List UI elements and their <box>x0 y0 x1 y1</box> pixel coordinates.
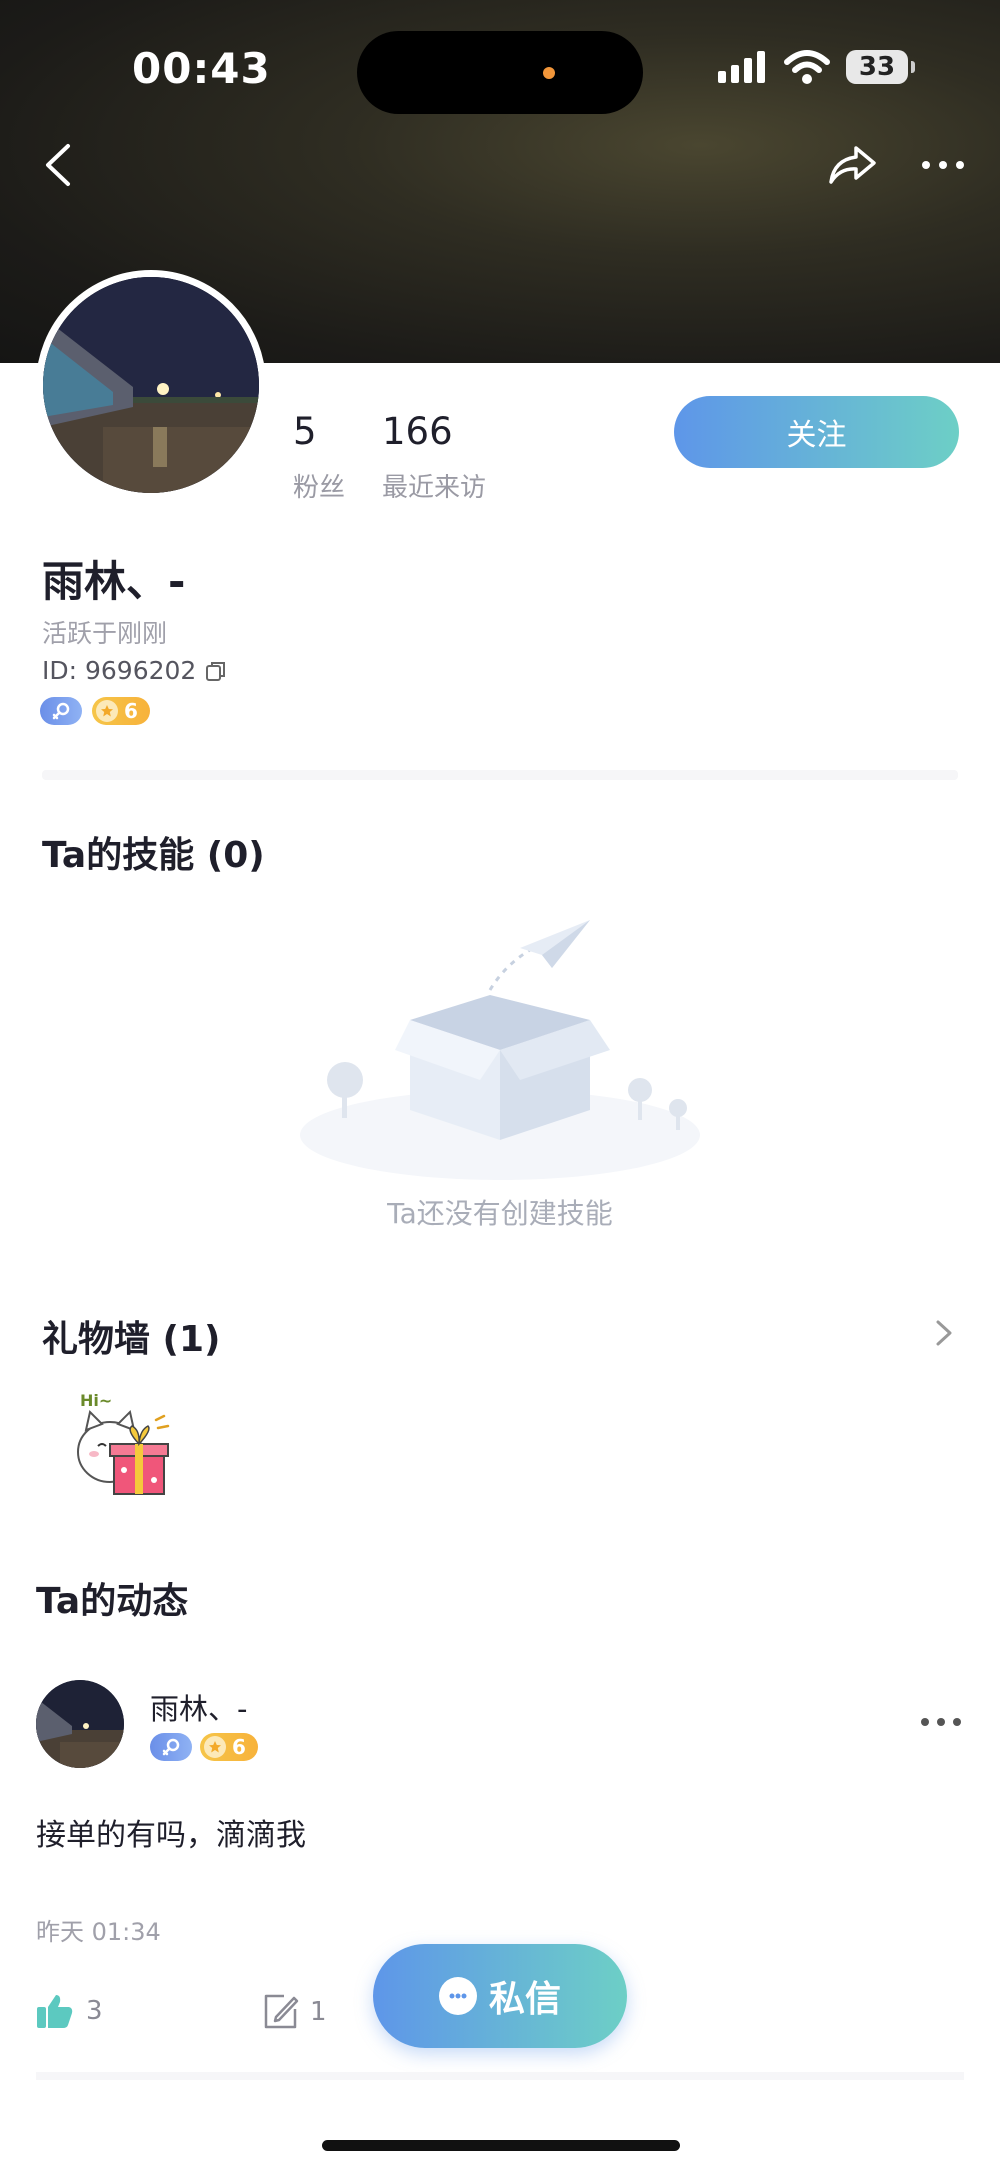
section-divider <box>42 770 958 780</box>
post-time: 昨天 01:34 <box>36 1918 161 1946</box>
post-author-avatar[interactable] <box>36 1680 124 1768</box>
chevron-right-icon[interactable] <box>932 1316 956 1350</box>
post-author-name[interactable]: 雨林、- <box>150 1686 247 1728</box>
battery-indicator: 33 <box>846 50 915 84</box>
level-value: 6 <box>232 1735 246 1759</box>
profile-badges: 6 <box>40 697 150 725</box>
star-icon <box>204 1736 226 1758</box>
status-icons: 33 <box>718 50 915 84</box>
signal-icon <box>718 51 765 83</box>
active-status: 活跃于刚刚 <box>42 619 168 648</box>
female-badge <box>150 1733 192 1761</box>
empty-box-illustration <box>300 920 700 1180</box>
feed-divider <box>36 2072 964 2080</box>
profile-name: 雨林、- <box>42 557 186 606</box>
post-author-badges: 6 <box>150 1733 258 1761</box>
private-message-label: 私信 <box>488 1978 561 2019</box>
gift-caption: Hi~ <box>80 1391 112 1410</box>
comment-count: 1 <box>310 1997 327 2027</box>
level-value: 6 <box>124 699 138 723</box>
skills-title: Ta的技能 (0) <box>42 835 265 876</box>
profile-avatar[interactable] <box>36 270 266 500</box>
avatar-photo <box>36 1680 124 1768</box>
visitors-label: 最近来访 <box>382 473 487 503</box>
user-id: ID: 9696202 <box>42 656 228 685</box>
star-icon <box>96 700 118 722</box>
edit-comment-icon <box>264 1994 299 2029</box>
post-text: 接单的有吗，滴滴我 <box>36 1818 306 1853</box>
female-badge <box>40 697 82 725</box>
visitors-count: 166 <box>382 410 453 453</box>
feed-title: Ta的动态 <box>36 1581 189 1622</box>
followers-stat[interactable]: 5 粉丝 <box>293 410 345 504</box>
level-badge: 6 <box>200 1733 258 1761</box>
dynamic-island <box>357 31 643 114</box>
visitors-stat[interactable]: 166 最近来访 <box>382 410 486 504</box>
gift-wall-title[interactable]: 礼物墙 (1) <box>42 1310 221 1362</box>
thumbs-up-icon <box>37 1995 73 2028</box>
like-button[interactable]: 3 <box>36 1993 103 2029</box>
private-message-button[interactable]: 私信 <box>373 1944 627 2048</box>
chevron-left-icon[interactable] <box>36 140 86 190</box>
skills-empty-text: Ta还没有创建技能 <box>387 1197 613 1230</box>
chat-bubble-icon <box>438 1977 477 2015</box>
gift-cat-sticker[interactable]: Hi~ <box>70 1390 182 1502</box>
female-icon <box>162 1738 180 1756</box>
status-time: 00:43 <box>132 44 271 93</box>
avatar-photo <box>43 277 259 493</box>
copy-icon[interactable] <box>204 659 228 683</box>
wifi-icon <box>784 50 830 84</box>
recording-dot <box>543 67 555 79</box>
share-icon[interactable] <box>826 140 880 190</box>
user-id-text: ID: 9696202 <box>42 656 197 685</box>
follow-button[interactable]: 关注 <box>674 396 959 468</box>
comment-button[interactable]: 1 <box>262 1993 327 2031</box>
followers-count: 5 <box>293 410 317 453</box>
more-icon[interactable] <box>918 148 968 182</box>
followers-label: 粉丝 <box>293 473 346 503</box>
post-more-icon[interactable] <box>918 1710 964 1734</box>
level-badge: 6 <box>92 697 150 725</box>
like-count: 3 <box>86 1996 103 2026</box>
home-indicator[interactable] <box>322 2140 680 2151</box>
female-icon <box>52 702 70 720</box>
